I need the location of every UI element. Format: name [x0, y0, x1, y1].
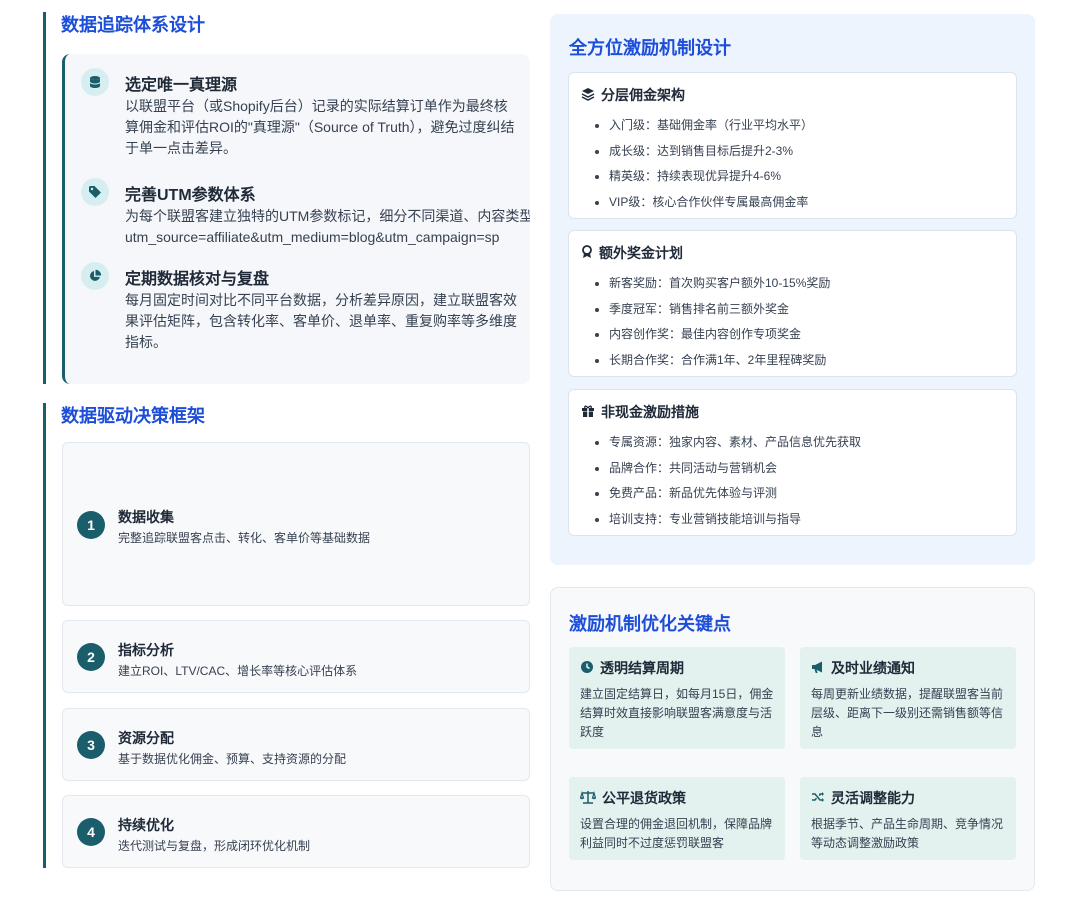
tracking-item-title: 选定唯一真理源	[125, 77, 238, 94]
pie-chart-icon	[81, 262, 109, 290]
incentive-card: 额外奖金计划 新客奖励：首次购买客户额外10-15%奖励 季度冠军：销售排名前三…	[568, 230, 1017, 377]
step-desc: 完整追踪联盟客点击、转化、客单价等基础数据	[118, 531, 371, 545]
step-number: 2	[77, 643, 105, 671]
balance-scale-icon	[579, 790, 597, 807]
optimization-box-title: 及时业绩通知	[831, 660, 915, 676]
step-number: 4	[77, 818, 105, 846]
tracking-item-text: 每月固定时间对比不同平台数据，分析差异原因，建立联盟客效果评估矩阵，包含转化率、…	[125, 292, 517, 350]
tracking-item-title: 定期数据核对与复盘	[125, 271, 270, 288]
list-item: VIP级：核心合作伙伴专属最高佣金率	[595, 190, 813, 216]
clock-icon	[580, 660, 594, 677]
list-item: 成长级：达到销售目标后提升2-3%	[595, 139, 813, 165]
step-title: 指标分析	[118, 642, 174, 658]
shuffle-icon	[811, 790, 825, 807]
list-item: 专属资源：独家内容、素材、产品信息优先获取	[595, 430, 861, 456]
optimization-box-title: 灵活调整能力	[831, 790, 915, 806]
step-card: 2 指标分析 建立ROI、LTV/CAC、增长率等核心评估体系	[62, 620, 530, 693]
list-item: 入门级：基础佣金率（行业平均水平）	[595, 113, 813, 139]
optimization-box: 及时业绩通知 每周更新业绩数据，提醒联盟客当前层级、距离下一级别还需销售额等信息	[800, 647, 1016, 749]
step-card: 1 数据收集 完整追踪联盟客点击、转化、客单价等基础数据	[62, 442, 530, 606]
optimization-box: 公平退货政策 设置合理的佣金退回机制，保障品牌利益同时不过度惩罚联盟客	[569, 777, 785, 860]
megaphone-icon	[811, 660, 825, 677]
incentive-card-header: 分层佣金架构	[581, 85, 685, 105]
step-number: 1	[77, 511, 105, 539]
step-title: 持续优化	[118, 817, 174, 833]
step-card: 4 持续优化 迭代测试与复盘，形成闭环优化机制	[62, 795, 530, 868]
incentive-section-title: 全方位激励机制设计	[569, 38, 731, 58]
incentive-section: 全方位激励机制设计 分层佣金架构 入门级：基础佣金率（行业平均水平） 成长级：达…	[550, 14, 1035, 565]
step-title: 资源分配	[118, 730, 174, 746]
tracking-section-title: 数据追踪体系设计	[61, 15, 205, 35]
optimization-box-text: 每周更新业绩数据，提醒联盟客当前层级、距离下一级别还需销售额等信息	[811, 687, 1004, 739]
tracking-item-text: 以联盟平台（或Shopify后台）记录的实际结算订单作为最终核算佣金和评估ROI…	[125, 98, 515, 156]
optimization-box-header: 及时业绩通知	[811, 658, 915, 678]
list-item: 内容创作奖：最佳内容创作专项奖金	[595, 322, 830, 348]
step-title: 数据收集	[118, 509, 174, 525]
decision-section: 数据驱动决策框架 1 数据收集 完整追踪联盟客点击、转化、客单价等基础数据 2 …	[43, 403, 530, 868]
database-icon	[81, 68, 109, 96]
incentive-card-header: 非现金激励措施	[581, 402, 699, 422]
decision-section-title: 数据驱动决策框架	[61, 406, 205, 426]
optimization-section-title: 激励机制优化关键点	[569, 614, 731, 634]
incentive-card: 非现金激励措施 专属资源：独家内容、素材、产品信息优先获取 品牌合作：共同活动与…	[568, 389, 1017, 536]
list-item: 精英级：持续表现优异提升4-6%	[595, 164, 813, 190]
step-desc: 建立ROI、LTV/CAC、增长率等核心评估体系	[118, 664, 358, 678]
optimization-box-title: 透明结算周期	[600, 660, 684, 676]
tracking-item-utm: utm_source=affiliate&utm_medium=blog&utm…	[125, 229, 500, 245]
optimization-box: 灵活调整能力 根据季节、产品生命周期、竞争情况等动态调整激励政策	[800, 777, 1016, 860]
optimization-box: 透明结算周期 建立固定结算日，如每月15日，佣金结算时效直接影响联盟客满意度与活…	[569, 647, 785, 749]
tracking-card: 选定唯一真理源 以联盟平台（或Shopify后台）记录的实际结算订单作为最终核算…	[62, 54, 530, 384]
optimization-box-text: 设置合理的佣金退回机制，保障品牌利益同时不过度惩罚联盟客	[580, 817, 773, 850]
incentive-card-title: 分层佣金架构	[601, 87, 685, 103]
layers-icon	[581, 87, 595, 104]
list-item: 免费产品：新品优先体验与评测	[595, 481, 861, 507]
step-desc: 迭代测试与复盘，形成闭环优化机制	[118, 839, 311, 853]
optimization-section: 激励机制优化关键点 透明结算周期 建立固定结算日，如每月15日，佣金结算时效直接…	[550, 587, 1035, 891]
tracking-section: 数据追踪体系设计 选定唯一真理源 以联盟平台（或Shopify后台）记录的实际结…	[43, 12, 530, 384]
optimization-box-header: 灵活调整能力	[811, 788, 915, 808]
incentive-list: 新客奖励：首次购买客户额外10-15%奖励 季度冠军：销售排名前三额外奖金 内容…	[595, 271, 830, 373]
list-item: 新客奖励：首次购买客户额外10-15%奖励	[595, 271, 830, 297]
optimization-box-header: 公平退货政策	[579, 788, 686, 808]
optimization-box-header: 透明结算周期	[580, 658, 684, 678]
tracking-item-title: 完善UTM参数体系	[125, 187, 256, 204]
incentive-list: 入门级：基础佣金率（行业平均水平） 成长级：达到销售目标后提升2-3% 精英级：…	[595, 113, 813, 215]
list-item: 培训支持：专业营销技能培训与指导	[595, 507, 861, 533]
incentive-card: 分层佣金架构 入门级：基础佣金率（行业平均水平） 成长级：达到销售目标后提升2-…	[568, 72, 1017, 219]
list-item: 季度冠军：销售排名前三额外奖金	[595, 297, 830, 323]
optimization-box-text: 根据季节、产品生命周期、竞争情况等动态调整激励政策	[811, 817, 1004, 850]
incentive-card-header: 额外奖金计划	[581, 243, 683, 263]
award-icon	[581, 244, 593, 262]
tag-icon	[81, 178, 109, 206]
step-card: 3 资源分配 基于数据优化佣金、预算、支持资源的分配	[62, 708, 530, 781]
optimization-box-text: 建立固定结算日，如每月15日，佣金结算时效直接影响联盟客满意度与活跃度	[580, 687, 774, 739]
step-number: 3	[77, 731, 105, 759]
gift-icon	[581, 404, 595, 421]
optimization-box-title: 公平退货政策	[602, 790, 686, 806]
incentive-card-title: 额外奖金计划	[599, 245, 683, 261]
tracking-item-text: 为每个联盟客建立独特的UTM参数标记，细分不同渠道、内容类型	[125, 208, 530, 224]
list-item: 长期合作奖：合作满1年、2年里程碑奖励	[595, 348, 830, 374]
step-desc: 基于数据优化佣金、预算、支持资源的分配	[118, 752, 347, 766]
list-item: 品牌合作：共同活动与营销机会	[595, 456, 861, 482]
incentive-card-title: 非现金激励措施	[601, 404, 699, 420]
incentive-list: 专属资源：独家内容、素材、产品信息优先获取 品牌合作：共同活动与营销机会 免费产…	[595, 430, 861, 532]
